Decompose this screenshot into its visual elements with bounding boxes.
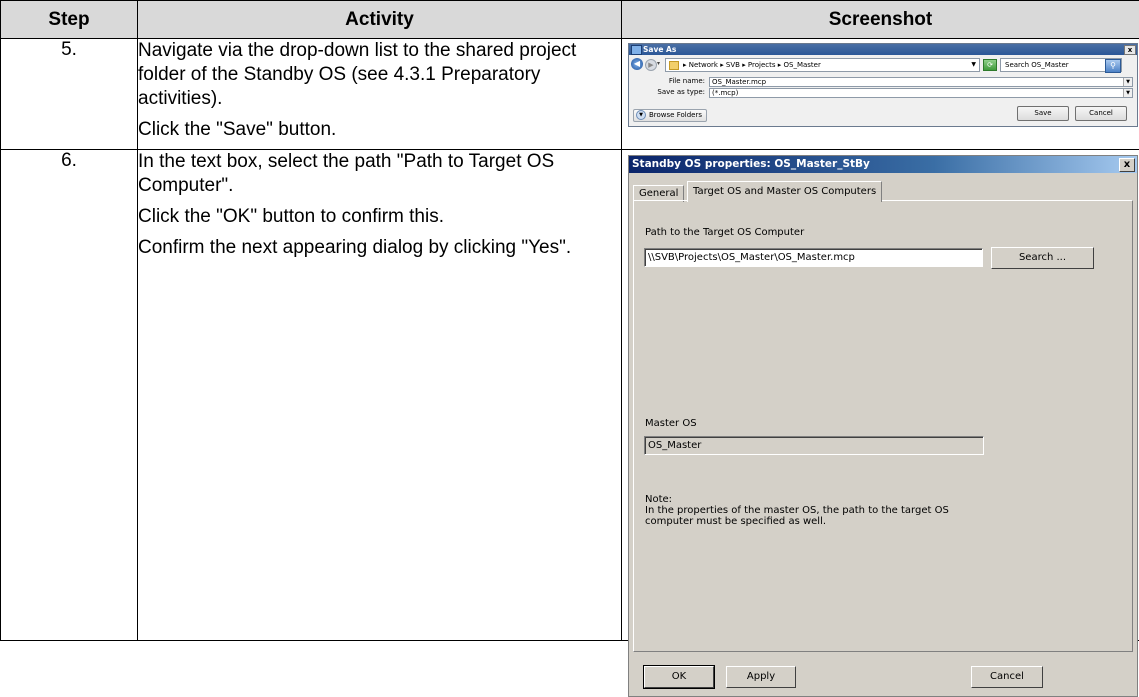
path-label: Path to the Target OS Computer (645, 227, 804, 238)
standby-os-properties-dialog: Standby OS properties: OS_Master_StBy x … (628, 155, 1138, 697)
breadcrumb-path: ▸ Network ▸ SVB ▸ Projects ▸ OS_Master (683, 61, 821, 69)
step-number: 5. (1, 39, 138, 150)
close-button[interactable]: x (1124, 45, 1136, 55)
expand-icon: ▼ (636, 110, 646, 120)
table-row: 6. In the text box, select the path "Pat… (1, 150, 1139, 641)
save-as-dialog: Save As x ◀ ▶ ▾ ▸ Network ▸ SVB ▸ Projec… (628, 43, 1138, 127)
table-header-row: Step Activity Screenshot (1, 1, 1139, 39)
activity-text: Confirm the next appearing dialog by cli… (138, 236, 621, 260)
file-name-field[interactable]: OS_Master.mcp ▼ (709, 77, 1133, 87)
master-os-label: Master OS (645, 418, 697, 429)
search-placeholder: Search OS_Master (1005, 61, 1069, 69)
note-text: In the properties of the master OS, the … (645, 505, 949, 516)
breadcrumb[interactable]: ▸ Network ▸ SVB ▸ Projects ▸ OS_Master ▼ (665, 58, 980, 72)
search-icon[interactable]: ⚲ (1105, 59, 1121, 73)
cancel-button[interactable]: Cancel (971, 666, 1043, 688)
screenshot-cell: Save As x ◀ ▶ ▾ ▸ Network ▸ SVB ▸ Projec… (622, 39, 1139, 150)
master-os-field: OS_Master (644, 436, 984, 455)
activity-text: Click the "OK" button to confirm this. (138, 205, 621, 229)
header-screenshot: Screenshot (622, 1, 1139, 39)
save-icon (631, 45, 642, 55)
activity-text: Navigate via the drop-down list to the s… (138, 39, 621, 111)
chevron-down-icon[interactable]: ▼ (1123, 78, 1132, 86)
forward-arrow-icon[interactable]: ▶ (645, 59, 657, 71)
path-input[interactable]: \\SVB\Projects\OS_Master\OS_Master.mcp (644, 248, 983, 267)
save-as-type-select[interactable]: (*.mcp) ▼ (709, 88, 1133, 98)
save-as-type-value: (*.mcp) (712, 89, 738, 97)
save-as-type-label: Save as type: (629, 88, 705, 97)
file-name-label: File name: (629, 77, 705, 86)
save-as-type-row: Save as type: (*.mcp) ▼ (629, 88, 1135, 97)
ok-button[interactable]: OK (644, 666, 714, 688)
browse-folders-label: Browse Folders (649, 111, 702, 119)
file-name-value: OS_Master.mcp (712, 78, 766, 86)
refresh-icon[interactable]: ⟳ (983, 59, 997, 71)
save-as-navbar: ◀ ▶ ▾ ▸ Network ▸ SVB ▸ Projects ▸ OS_Ma… (631, 58, 1135, 72)
properties-titlebar: Standby OS properties: OS_Master_StBy x (629, 156, 1137, 173)
activity-text: In the text box, select the path "Path t… (138, 150, 621, 198)
cancel-button[interactable]: Cancel (1075, 106, 1127, 121)
file-name-row: File name: OS_Master.mcp ▼ (629, 77, 1135, 86)
header-step: Step (1, 1, 138, 39)
note-text: computer must be specified as well. (645, 516, 826, 527)
apply-button[interactable]: Apply (726, 666, 796, 688)
activity-text: Click the "Save" button. (138, 118, 621, 142)
instruction-table: Step Activity Screenshot 5. Navigate via… (0, 0, 1139, 641)
history-dropdown-icon[interactable]: ▾ (657, 60, 660, 67)
note-label: Note: (645, 494, 672, 505)
tab-target-os-master-os[interactable]: Target OS and Master OS Computers (687, 181, 882, 202)
chevron-down-icon[interactable]: ▼ (1123, 89, 1132, 97)
back-arrow-icon[interactable]: ◀ (631, 58, 643, 70)
activity-cell: Navigate via the drop-down list to the s… (138, 39, 622, 150)
save-as-titlebar: Save As x (629, 44, 1137, 55)
close-button[interactable]: x (1119, 158, 1135, 172)
browse-folders-button[interactable]: ▼Browse Folders (633, 109, 707, 122)
save-button[interactable]: Save (1017, 106, 1069, 121)
folder-icon (669, 61, 679, 70)
step-number: 6. (1, 150, 138, 641)
properties-title: Standby OS properties: OS_Master_StBy (632, 158, 870, 170)
search-input[interactable]: Search OS_Master ⚲ (1000, 58, 1122, 72)
table-row: 5. Navigate via the drop-down list to th… (1, 39, 1139, 150)
chevron-down-icon[interactable]: ▼ (971, 59, 976, 71)
save-as-title: Save As (643, 45, 676, 54)
screenshot-cell: Standby OS properties: OS_Master_StBy x … (622, 150, 1139, 641)
search-button[interactable]: Search ... (991, 247, 1094, 269)
header-activity: Activity (138, 1, 622, 39)
activity-cell: In the text box, select the path "Path t… (138, 150, 622, 641)
